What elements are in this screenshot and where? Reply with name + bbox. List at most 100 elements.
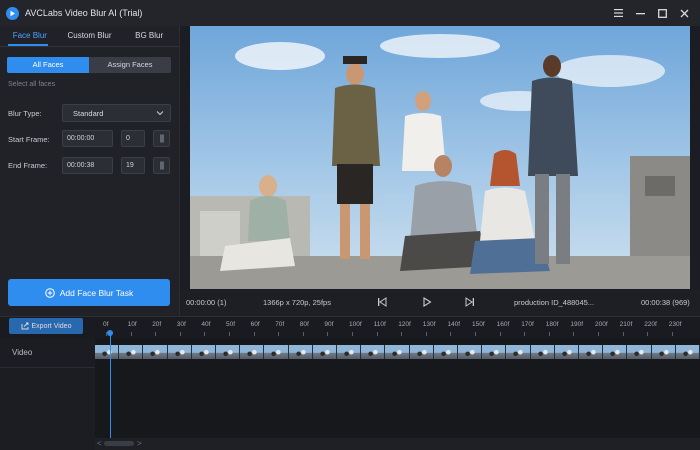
- tabs-divider: [0, 46, 179, 47]
- play-icon[interactable]: [422, 297, 432, 309]
- tick-label: 170f: [521, 321, 534, 328]
- clip-thumbnail: [216, 345, 241, 359]
- clip-thumbnail: [143, 345, 168, 359]
- end-frame-marker-button[interactable]: [153, 157, 170, 174]
- hamburger-icon[interactable]: [608, 3, 628, 23]
- maximize-icon[interactable]: [652, 3, 672, 23]
- tick-mark: [352, 332, 353, 336]
- assign-faces-button[interactable]: Assign Faces: [89, 57, 171, 73]
- all-faces-button[interactable]: All Faces: [7, 57, 89, 73]
- clip-thumbnail: [603, 345, 628, 359]
- tick-label: 140f: [447, 321, 461, 328]
- clip-thumbnail: [482, 345, 507, 359]
- playhead-handle[interactable]: [107, 330, 113, 336]
- tick-label: 90f: [324, 321, 334, 328]
- select-hint: Select all faces: [8, 81, 56, 88]
- tick-label: 30f: [176, 321, 186, 328]
- scroll-left-arrow[interactable]: <: [97, 439, 102, 448]
- tick-label: 50f: [226, 321, 236, 328]
- app-logo-icon: [6, 6, 19, 20]
- minimize-icon[interactable]: [630, 3, 650, 23]
- total-time: 00:00:38 (969): [641, 298, 690, 307]
- tick-label: 120f: [398, 321, 411, 328]
- clip-thumbnail: [385, 345, 410, 359]
- clip-thumbnail: [312, 345, 338, 359]
- clip-thumbnail: [337, 345, 362, 359]
- tick-label: 190f: [570, 321, 584, 328]
- tick-mark: [179, 332, 181, 336]
- add-face-blur-task-button[interactable]: Add Face Blur Task: [8, 279, 170, 306]
- tick-label: 230f: [668, 321, 682, 328]
- tick-label: 180f: [545, 321, 559, 328]
- clip-thumbnail: [458, 345, 483, 359]
- clip-thumbnail: [264, 345, 289, 359]
- export-video-button[interactable]: Export Video: [9, 318, 83, 334]
- skip-previous-icon[interactable]: [377, 297, 387, 309]
- clip-thumbnail: [240, 345, 265, 359]
- close-icon[interactable]: [674, 3, 694, 23]
- tick-mark: [622, 332, 624, 336]
- scrollbar-thumb[interactable]: [104, 441, 134, 446]
- timeline-ruler[interactable]: 0f 10f 20f 30f 40f 50f 60f 70f 80f 90f 100f 110f 120…: [95, 316, 700, 338]
- tick-label: 0f: [103, 321, 109, 328]
- video-preview[interactable]: [190, 26, 690, 289]
- tick-label: 100f: [349, 321, 362, 328]
- tick-label: 200f: [595, 321, 608, 328]
- title-bar: AVCLabs Video Blur AI (Trial): [0, 0, 700, 26]
- panel-divider: [179, 26, 180, 316]
- blur-type-select[interactable]: Standard: [62, 104, 171, 122]
- export-video-label: Export Video: [31, 322, 72, 330]
- tick-mark: [302, 332, 304, 336]
- tick-mark: [130, 332, 132, 336]
- clip-thumbnail: [409, 345, 434, 359]
- video-track-label: Video: [12, 348, 33, 357]
- file-name: production ID_488045...: [514, 298, 595, 307]
- tick-label: 160f: [496, 321, 510, 328]
- tick-mark: [204, 332, 206, 336]
- tick-mark: [475, 332, 476, 336]
- app-window: AVCLabs Video Blur AI (Trial) Face Blur …: [0, 0, 700, 450]
- tab-face-blur[interactable]: Face Blur: [0, 26, 60, 46]
- tick-label: 210f: [619, 321, 633, 328]
- clip-thumbnail: [95, 345, 120, 359]
- scroll-right-arrow[interactable]: >: [137, 439, 142, 448]
- tick-label: 110f: [373, 321, 386, 328]
- end-time-input[interactable]: 00:00:38: [62, 157, 113, 174]
- clip-thumbnail: [627, 345, 652, 359]
- start-frame-input[interactable]: 0: [121, 130, 145, 147]
- clip-thumbnail: [361, 345, 386, 359]
- tick-mark: [253, 332, 255, 336]
- clip-thumbnail: [675, 345, 700, 359]
- video-track-clip[interactable]: [95, 345, 700, 359]
- timeline-scrollbar[interactable]: [95, 438, 700, 450]
- tick-label: 40f: [201, 321, 211, 328]
- skip-next-icon[interactable]: [465, 297, 475, 309]
- blur-tabs: Face Blur Custom Blur BG Blur: [0, 26, 179, 46]
- tab-custom-blur[interactable]: Custom Blur: [60, 26, 120, 46]
- video-resolution: 1366p x 720p, 25fps: [263, 298, 331, 307]
- end-frame-input[interactable]: 19: [121, 157, 145, 174]
- tick-mark: [573, 332, 575, 336]
- tick-label: 10f: [127, 321, 137, 328]
- clip-thumbnail: [191, 345, 217, 359]
- start-frame-marker-button[interactable]: [153, 130, 170, 147]
- plus-circle-icon: [44, 287, 55, 298]
- app-title: AVCLabs Video Blur AI (Trial): [25, 8, 143, 18]
- start-time-input[interactable]: 00:00:00: [62, 130, 113, 147]
- tick-label: 70f: [275, 321, 285, 328]
- track-label-area: [0, 368, 95, 438]
- tick-mark: [647, 332, 649, 336]
- tick-mark: [278, 332, 280, 336]
- tick-mark: [671, 332, 673, 336]
- tab-bg-blur[interactable]: BG Blur: [119, 26, 179, 46]
- tick-mark: [598, 332, 599, 336]
- tick-mark: [499, 332, 501, 336]
- playhead-line[interactable]: [109, 334, 111, 438]
- tick-mark: [401, 332, 403, 336]
- end-frame-label: End Frame:: [8, 161, 48, 170]
- tick-mark: [425, 332, 427, 336]
- tick-label: 130f: [422, 321, 436, 328]
- face-mode-toggle: All Faces Assign Faces: [7, 57, 171, 73]
- export-icon: [21, 322, 28, 330]
- tick-label: 150f: [472, 321, 485, 328]
